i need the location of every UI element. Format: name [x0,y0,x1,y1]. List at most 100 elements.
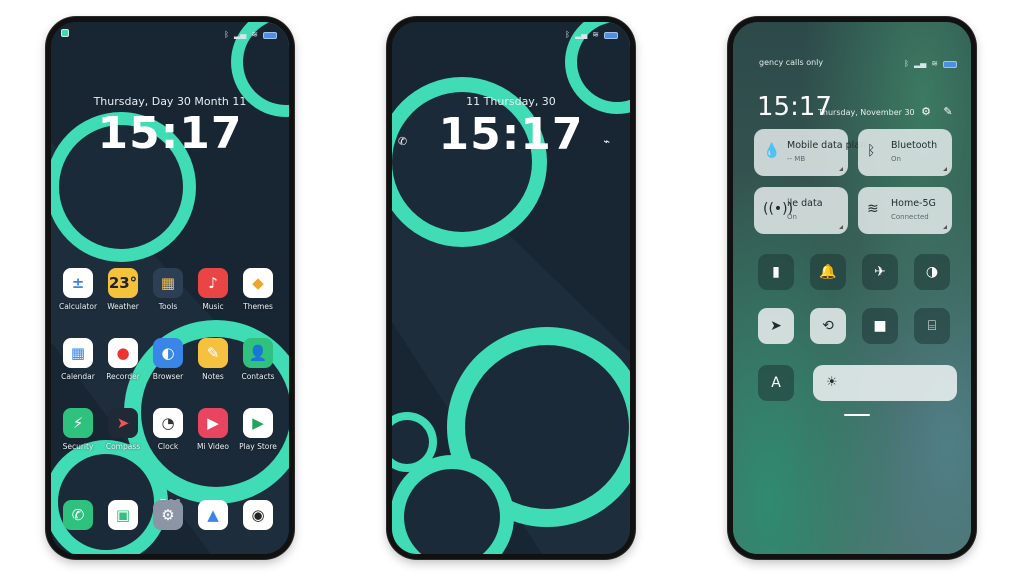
app-label: Compass [105,442,141,451]
tile-title: Mobile data plan [787,140,867,151]
water-drop-icon: 💧 [763,143,781,159]
recorder-icon: ● [108,338,138,368]
app-mi-video[interactable]: ▶ Mi Video [188,408,238,451]
dark-mode-icon: ◑ [925,264,939,280]
signal-icon: ▂▄ [233,30,247,39]
dock-settings[interactable]: ⚙ [143,500,193,530]
app-clock[interactable]: ◔ Clock [143,408,193,451]
flashlight-toggle[interactable]: ▮ [758,254,794,290]
settings-icon[interactable]: ⚙ [919,105,933,119]
weather-icon: 23° [108,268,138,298]
app-compass[interactable]: ➤ Compass [98,408,148,451]
video-camera-icon: ■ [873,318,887,334]
tile-mobile-data[interactable]: ((•)) ile data On [754,187,848,234]
app-security[interactable]: ⚡ Security [53,408,103,451]
battery-icon [943,60,957,68]
battery-icon [263,31,277,39]
airplane-icon: ✈ [874,264,886,280]
status-icons: ᛒ ▂▄ ≋ [904,58,957,70]
dock-phone[interactable]: ✆ [53,500,103,530]
airplane-toggle[interactable]: ✈ [862,254,898,290]
app-label: Tools [158,302,178,311]
app-label: Security [62,442,94,451]
phone-home-screen: ᛒ ▂▄ ≋ Thursday, Day 30 Month 11 15:17 ±… [46,17,294,559]
rotation-lock-toggle[interactable]: ⟲ [810,308,846,344]
phone-shortcut-icon[interactable]: ✆ [398,135,407,148]
app-label: Themes [243,302,273,311]
bluetooth-icon: ᛒ [867,143,876,159]
app-weather[interactable]: 23° Weather [98,268,148,311]
home-screen: ᛒ ▂▄ ≋ Thursday, Day 30 Month 11 15:17 ±… [51,22,289,554]
tile-status: -- MB [787,155,806,163]
rotation-lock-icon: ⟲ [822,318,834,334]
bluetooth-icon: ᛒ [565,30,570,39]
scanner-toggle[interactable]: ⌸ [914,308,950,344]
signal-icon: ▂▄ [574,30,588,39]
lockscreen-date: 11 Thursday, 30 [466,95,556,108]
app-label: Notes [202,372,224,381]
scanner-icon: ⌸ [927,318,937,334]
wifi-icon: ≋ [592,30,599,39]
app-calendar[interactable]: ▦ Calendar [53,338,103,381]
dark-mode-toggle[interactable]: ◑ [914,254,950,290]
compass-icon: ➤ [108,408,138,438]
app-contacts[interactable]: 👤 Contacts [233,338,283,381]
dock-camera[interactable]: ◉ [233,500,283,530]
font-size-button[interactable]: A [758,365,794,401]
app-label: Mi Video [197,442,229,451]
video-toggle[interactable]: ■ [862,308,898,344]
camera-icon: ◉ [243,500,273,530]
clock-time: 15:17 [97,108,243,159]
location-toggle[interactable]: ➤ [758,308,794,344]
video-icon: ▶ [198,408,228,438]
notes-icon: ✎ [198,338,228,368]
play-store-icon: ▶ [243,408,273,438]
app-tools[interactable]: ▦ Tools [143,268,193,311]
camera-shortcut-icon[interactable]: ⌁ [603,135,610,148]
tile-bluetooth[interactable]: ᛒ Bluetooth On [858,129,952,176]
notification-icon [61,29,69,37]
app-browser[interactable]: ◐ Browser [143,338,193,381]
tile-title: ile data [787,198,823,209]
location-icon: ➤ [770,318,782,334]
tile-status: On [891,155,901,163]
control-center: gency calls only ᛒ ▂▄ ≋ 15:17 Thursday, … [733,22,971,554]
app-play-store[interactable]: ▶ Play Store [233,408,283,451]
tools-icon: ▦ [153,268,183,298]
cc-drag-handle[interactable] [844,414,870,416]
tile-title: Bluetooth [891,140,938,151]
flashlight-icon: ▮ [772,264,780,280]
brightness-slider[interactable]: ☀ [813,365,957,401]
clock-icon: ◔ [153,408,183,438]
brightness-icon: ☀ [826,375,838,390]
themes-icon: ◆ [243,268,273,298]
mute-toggle[interactable]: 🔔 [810,254,846,290]
wifi-icon: ≋ [251,30,258,39]
phone-lock-screen: ᛒ ▂▄ ≋ 11 Thursday, 30 15:17 ✆ ⌁ [387,17,635,559]
app-label: Clock [157,442,179,451]
tile-wifi[interactable]: ≋ Home-5G Connected [858,187,952,234]
dock-messages[interactable]: ▣ [98,500,148,530]
security-icon: ⚡ [63,408,93,438]
expand-corner-icon [943,167,947,171]
app-recorder[interactable]: ● Recorder [98,338,148,381]
dock-gallery[interactable]: ▲ [188,500,238,530]
tile-status: On [787,213,797,221]
settings-icon: ⚙ [153,500,183,530]
app-music[interactable]: ♪ Music [188,268,238,311]
wifi-icon: ≋ [867,201,879,217]
expand-corner-icon [943,225,947,229]
app-calculator[interactable]: ± Calculator [53,268,103,311]
expand-corner-icon [839,167,843,171]
cc-date: Thursday, November 30 [818,108,915,117]
app-label: Weather [107,302,139,311]
edit-icon[interactable]: ✎ [941,105,955,119]
gallery-icon: ▲ [198,500,228,530]
signal-icon: ▂▄ [913,59,927,68]
tile-water-drop[interactable]: 💧 Mobile data plan -- MB [754,129,866,176]
app-label: Calendar [61,372,95,381]
app-themes[interactable]: ◆ Themes [233,268,283,311]
app-notes[interactable]: ✎ Notes [188,338,238,381]
app-label: Play Store [239,442,277,451]
app-label: Recorder [106,372,140,381]
